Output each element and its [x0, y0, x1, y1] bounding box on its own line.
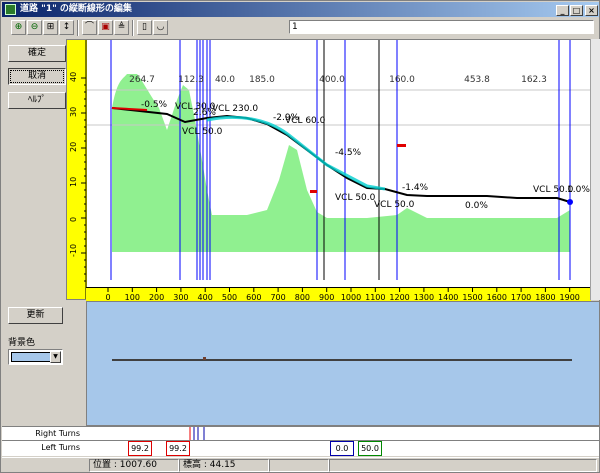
- grade-label: -1.4%: [402, 183, 429, 193]
- document-icon[interactable]: ▯: [137, 20, 152, 35]
- x-ruler: 0 100 200 300 400 500 600 700 800 900 1000 1100 1200…: [86, 287, 591, 302]
- chevron-down-icon[interactable]: ▼: [50, 351, 61, 363]
- vcl-label: VCL 50.0: [533, 185, 574, 195]
- close-button[interactable]: ×: [585, 5, 598, 16]
- status-bar: 位置 : 1007.60 標高 : 44.15: [2, 457, 599, 472]
- vcl-label: VCL 30.0: [175, 102, 216, 112]
- road-id-field[interactable]: 1: [289, 20, 594, 34]
- toolbar-separator: [132, 20, 134, 36]
- segment-length-label: 160.0: [389, 75, 415, 85]
- vcl-label: VCL 60.0: [285, 116, 326, 126]
- status-empty: [269, 459, 329, 472]
- y-tick-label: 40: [69, 72, 78, 82]
- y-tick-label: 10: [69, 177, 78, 187]
- window-title: 道路 "1" の縦断線形の編集: [20, 4, 132, 14]
- status-position: 位置 : 1007.60: [89, 459, 179, 472]
- y-tick-label: 30: [69, 107, 78, 117]
- y-tick-label: 0: [69, 217, 78, 222]
- vcl-label: VCL 50.0: [182, 127, 223, 137]
- ok-button[interactable]: 確定: [8, 45, 66, 62]
- fit-icon[interactable]: ⊞: [43, 20, 58, 35]
- app-icon: [5, 4, 16, 15]
- segment-length-label: 40.0: [215, 75, 235, 85]
- bg-color-select[interactable]: ▼: [8, 349, 63, 365]
- zoom-out-icon[interactable]: ⊖: [27, 20, 42, 35]
- bg-color-label: 背景色: [8, 338, 36, 348]
- grade-label: 0.0%: [465, 201, 488, 211]
- segment-length-label: 112.3: [178, 75, 204, 85]
- cancel-button[interactable]: 取消: [8, 68, 66, 85]
- vertical-scrollbar[interactable]: [590, 39, 600, 300]
- grade-label: -0.5%: [141, 100, 168, 110]
- red-marker: [310, 190, 317, 193]
- ground-area: [112, 74, 570, 252]
- height-scale-icon[interactable]: ↕: [59, 20, 74, 35]
- profile-view[interactable]: 40 30 20 10 0 -10 264.7 112.3 40.0 185.0 400.0 160…: [66, 39, 591, 300]
- maximize-button[interactable]: □: [570, 5, 583, 16]
- y-tick-label: -10: [69, 244, 78, 257]
- main-window: 道路 "1" の縦断線形の編集 _ □ × ⊕ ⊖ ⊞ ↕ ⌒ ▣ ≜ ▯ ◡ …: [0, 0, 600, 473]
- status-elevation: 標高 : 44.15: [179, 459, 269, 472]
- segment-length-label: 162.3: [521, 75, 547, 85]
- vcl-label: VCL 230.0: [212, 104, 258, 114]
- segment-length-label: 400.0: [319, 75, 345, 85]
- y-tick-label: 20: [69, 142, 78, 152]
- curve-icon[interactable]: ⌒: [82, 20, 97, 35]
- grade-label: -4.5%: [335, 148, 362, 158]
- bottom-panel: 更新 背景色 ▼: [2, 301, 86, 426]
- segment-length-label: 264.7: [129, 75, 155, 85]
- red-marker: [397, 144, 406, 147]
- zoom-in-icon[interactable]: ⊕: [11, 20, 26, 35]
- status-empty: [329, 459, 597, 472]
- left-turn-value: 50.0: [358, 441, 382, 456]
- x-ruler-svg: 0 100 200 300 400 500 600 700 800 900 1000 1100 1200…: [105, 288, 580, 302]
- left-turn-value: 0.0: [330, 441, 354, 456]
- left-turns-row: Left Turns 99.2 99.2 0.0 50.0: [2, 440, 599, 456]
- minimize-button[interactable]: _: [556, 5, 569, 16]
- vcl-label: VCL 50.0: [335, 193, 376, 203]
- plan-view[interactable]: [86, 301, 600, 426]
- plan-svg: [112, 357, 572, 361]
- bg-color-swatch: [11, 352, 51, 362]
- right-turns-label: Right Turns: [2, 427, 84, 440]
- right-turns-row: Right Turns: [2, 426, 599, 440]
- vcl-label: VCL 50.0: [374, 200, 415, 210]
- segment-length-labels: 264.7 112.3 40.0 185.0 400.0 160.0 453.8 162.3: [129, 75, 547, 85]
- segment-length-label: 453.8: [464, 75, 490, 85]
- left-turn-value: 99.2: [128, 441, 152, 456]
- cross-section-icon[interactable]: ≜: [114, 20, 129, 35]
- end-point: [567, 199, 573, 205]
- segment-length-label: 185.0: [249, 75, 275, 85]
- update-button[interactable]: 更新: [8, 307, 63, 324]
- title-bar: 道路 "1" の縦断線形の編集 _ □ ×: [2, 2, 599, 17]
- profile-svg: 40 30 20 10 0 -10 264.7 112.3 40.0 185.0 400.0 160…: [67, 40, 590, 299]
- vertical-curve-icon[interactable]: ▣: [98, 20, 113, 35]
- toolbar-separator: [77, 20, 79, 36]
- bowl-icon[interactable]: ◡: [153, 20, 168, 35]
- left-turns-label: Left Turns: [2, 441, 84, 454]
- left-turn-value: 99.2: [166, 441, 190, 456]
- help-button[interactable]: ﾍﾙﾌﾟ: [8, 92, 66, 109]
